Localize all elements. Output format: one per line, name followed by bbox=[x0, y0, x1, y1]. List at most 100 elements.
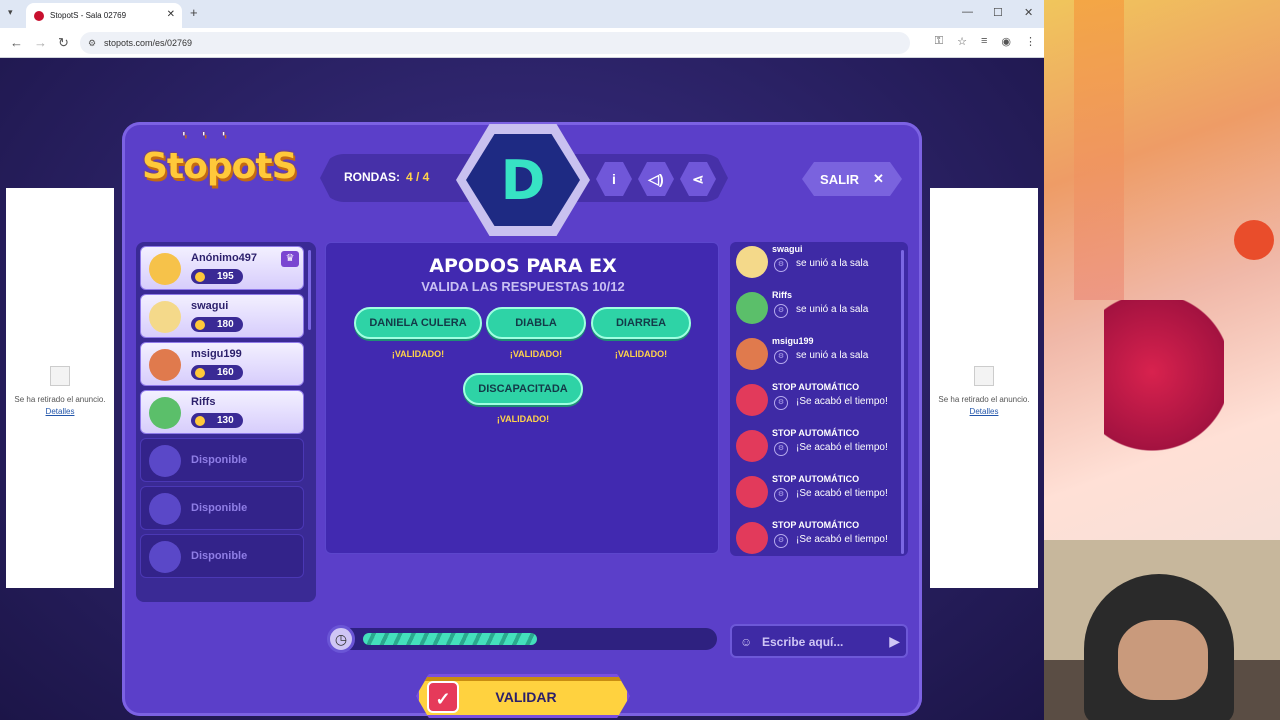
player-slot-empty[interactable]: Disponible bbox=[140, 534, 304, 578]
system-icon: ⚙ bbox=[774, 488, 788, 502]
coin-icon bbox=[195, 271, 205, 282]
logo-sparks-icon: ' ' ' bbox=[182, 130, 232, 144]
chat-placeholder: Escribe aquí... bbox=[762, 635, 844, 649]
chat-author: Riffs bbox=[772, 290, 792, 300]
chat-author: STOP AUTOMÁTICO bbox=[772, 520, 860, 530]
chat-input[interactable]: ☺ Escribe aquí... ▶ bbox=[730, 624, 908, 658]
coin-icon bbox=[195, 367, 205, 378]
validated-label: ¡VALIDADO! bbox=[509, 349, 563, 359]
kebab-menu-icon[interactable]: ⋮ bbox=[1025, 35, 1036, 48]
answer-chip[interactable]: DIABLA bbox=[486, 307, 586, 339]
logo-text: StopotS bbox=[142, 146, 298, 187]
category-title: APODOS PARA EX bbox=[429, 255, 617, 277]
points-value: 180 bbox=[217, 319, 234, 330]
close-window-icon[interactable]: ✕ bbox=[1024, 6, 1033, 19]
ad-details-link[interactable]: Detalles bbox=[970, 407, 999, 416]
avatar bbox=[736, 522, 768, 554]
chat-message: Riffs ⚙ se unió a la sala bbox=[736, 290, 902, 334]
bookmark-star-icon[interactable]: ☆ bbox=[957, 35, 967, 48]
minimize-icon[interactable]: — bbox=[962, 6, 973, 18]
ad-text: Se ha retirado el anuncio. bbox=[14, 395, 106, 404]
reload-icon[interactable]: ↻ bbox=[58, 35, 69, 51]
chat-text: ¡Se acabó el tiempo! bbox=[796, 396, 888, 407]
points-value: 160 bbox=[217, 367, 234, 378]
player-name: Riffs bbox=[191, 396, 216, 408]
validation-progress: VALIDA LAS RESPUESTAS 10/12 bbox=[421, 279, 625, 294]
chat-log: swagui ⚙ se unió a la sala Riffs ⚙ se unió a … bbox=[730, 242, 908, 556]
tab-bar: ▾ StopotS - Sala 02769 ✕ + — ☐ ✕ bbox=[0, 0, 1044, 28]
player-points: 195 bbox=[191, 269, 243, 284]
exit-button[interactable]: SALIR ✕ bbox=[802, 162, 902, 196]
answer-chip[interactable]: DANIELA CULERA bbox=[354, 307, 482, 339]
chat-message: STOP AUTOMÁTICO ⚙ ¡Se acabó el tiempo! bbox=[736, 474, 902, 518]
chat-text: ¡Se acabó el tiempo! bbox=[796, 534, 888, 545]
browser-tab[interactable]: StopotS - Sala 02769 ✕ bbox=[26, 3, 182, 28]
timer-progress-fill bbox=[363, 633, 537, 645]
answer-chip[interactable]: DISCAPACITADA bbox=[463, 373, 583, 405]
reading-list-icon[interactable]: ≡ bbox=[981, 35, 987, 48]
chat-message: msigu199 ⚙ se unió a la sala bbox=[736, 336, 902, 380]
player-card[interactable]: Anónimo497 195 ♛ bbox=[140, 246, 304, 290]
maximize-icon[interactable]: ☐ bbox=[993, 6, 1003, 19]
avatar bbox=[736, 338, 768, 370]
new-tab-icon[interactable]: + bbox=[190, 5, 198, 20]
player-points: 180 bbox=[191, 317, 243, 332]
rounds-indicator: RONDAS: 4 / 4 bbox=[344, 170, 429, 184]
chat-message: swagui ⚙ se unió a la sala bbox=[736, 244, 902, 288]
chat-author: STOP AUTOMÁTICO bbox=[772, 428, 860, 438]
game-stage: Se ha retirado el anuncio. Detalles Se h… bbox=[0, 58, 1044, 720]
ad-text: Se ha retirado el anuncio. bbox=[938, 395, 1030, 404]
player-name: Disponible bbox=[191, 502, 248, 514]
game-panel: ' ' ' StopotS RONDAS: 4 / 4 D i ◁) ⋖ SALI… bbox=[122, 122, 922, 718]
tab-title: StopotS - Sala 02769 bbox=[50, 11, 127, 20]
avatar bbox=[736, 430, 768, 462]
answer-chip[interactable]: DIARREA bbox=[591, 307, 691, 339]
key-icon[interactable]: ⚿ bbox=[935, 35, 943, 48]
browser-window: ▾ StopotS - Sala 02769 ✕ + — ☐ ✕ ← → ↻ ⚙… bbox=[0, 0, 1044, 720]
players-scrollbar[interactable] bbox=[308, 250, 311, 330]
url-field[interactable]: ⚙ stopots.com/es/02769 bbox=[80, 32, 910, 54]
ad-details-link[interactable]: Detalles bbox=[46, 407, 75, 416]
validated-label: ¡VALIDADO! bbox=[496, 414, 550, 424]
chat-text: ¡Se acabó el tiempo! bbox=[796, 442, 888, 453]
validate-button[interactable]: ✓ VALIDAR bbox=[416, 674, 630, 718]
player-card[interactable]: Riffs 130 bbox=[140, 390, 304, 434]
coin-icon bbox=[195, 319, 205, 330]
player-points: 130 bbox=[191, 413, 243, 428]
player-slot-empty[interactable]: Disponible bbox=[140, 486, 304, 530]
ad-slot-left: Se ha retirado el anuncio. Detalles bbox=[6, 188, 114, 588]
player-card[interactable]: swagui 180 bbox=[140, 294, 304, 338]
avatar bbox=[149, 349, 181, 381]
points-value: 195 bbox=[217, 271, 234, 282]
address-bar: ← → ↻ ⚙ stopots.com/es/02769 ⚿ ☆ ≡ ◉ ⋮ bbox=[0, 28, 1044, 58]
chat-text: se unió a la sala bbox=[796, 304, 869, 315]
tab-search-icon[interactable]: ▾ bbox=[8, 7, 13, 18]
chat-author: STOP AUTOMÁTICO bbox=[772, 382, 860, 392]
system-icon: ⚙ bbox=[774, 350, 788, 364]
profile-icon[interactable]: ◉ bbox=[1001, 35, 1011, 48]
send-icon[interactable]: ▶ bbox=[889, 633, 900, 650]
back-icon[interactable]: ← bbox=[10, 35, 23, 50]
ad-placeholder-icon bbox=[974, 366, 994, 386]
clock-icon: ◷ bbox=[327, 625, 355, 653]
chat-scrollbar[interactable] bbox=[901, 250, 904, 554]
site-info-icon[interactable]: ⚙ bbox=[88, 38, 96, 49]
player-slot-empty[interactable]: Disponible bbox=[140, 438, 304, 482]
chat-text: se unió a la sala bbox=[796, 350, 869, 361]
close-tab-icon[interactable]: ✕ bbox=[167, 9, 175, 20]
system-icon: ⚙ bbox=[774, 258, 788, 272]
chat-author: STOP AUTOMÁTICO bbox=[772, 474, 860, 484]
system-icon: ⚙ bbox=[774, 442, 788, 456]
crown-icon: ♛ bbox=[281, 251, 299, 267]
coin-icon bbox=[195, 415, 205, 426]
validated-label: ¡VALIDADO! bbox=[391, 349, 445, 359]
forward-icon[interactable]: → bbox=[34, 35, 47, 50]
favicon-icon bbox=[34, 10, 44, 21]
stopots-logo: ' ' ' StopotS bbox=[142, 130, 298, 216]
player-card[interactable]: msigu199 160 bbox=[140, 342, 304, 386]
exit-label: SALIR bbox=[820, 171, 860, 187]
player-name: msigu199 bbox=[191, 348, 242, 360]
empty-avatar-icon bbox=[149, 445, 181, 477]
empty-avatar-icon bbox=[149, 541, 181, 573]
rounds-value: 4 / 4 bbox=[406, 170, 430, 184]
